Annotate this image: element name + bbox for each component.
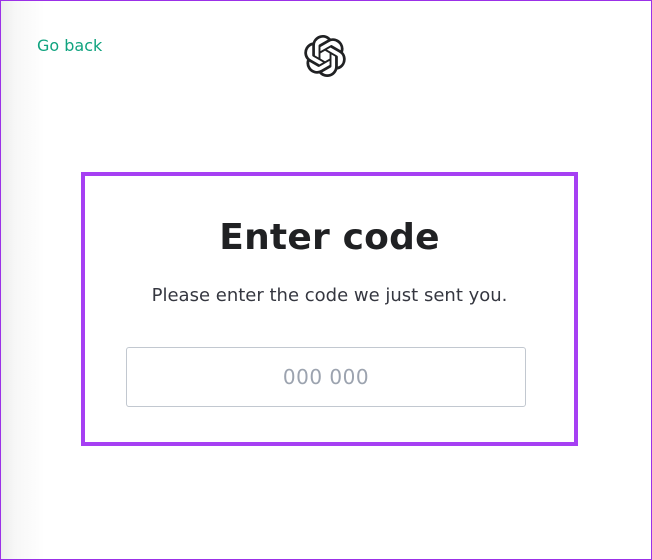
verification-code-input[interactable]: [126, 347, 526, 407]
page-frame: Go back Enter code Please enter the code…: [0, 0, 652, 560]
highlighted-verification-panel: Enter code Please enter the code we just…: [81, 172, 578, 446]
instruction-text: Please enter the code we just sent you.: [151, 285, 508, 306]
page-title: Enter code: [219, 217, 440, 258]
go-back-link[interactable]: Go back: [37, 36, 102, 56]
openai-logo-icon: [304, 35, 346, 77]
